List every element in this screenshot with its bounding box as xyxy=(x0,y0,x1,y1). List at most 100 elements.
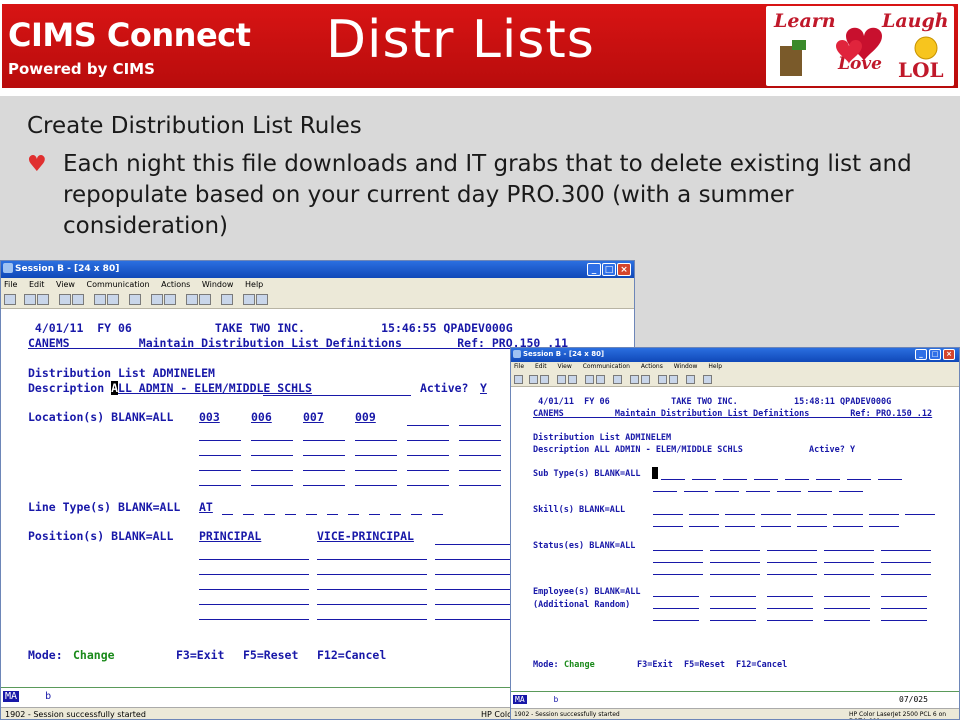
sub-type-field[interactable] xyxy=(754,479,778,480)
help-icon[interactable] xyxy=(686,375,695,384)
location-field[interactable] xyxy=(407,425,449,426)
position-field[interactable] xyxy=(435,544,513,545)
sub-type-field[interactable] xyxy=(777,491,801,492)
display-icon[interactable] xyxy=(585,375,594,384)
sub-type-field[interactable] xyxy=(785,479,809,480)
location-field[interactable] xyxy=(251,485,293,486)
location-field[interactable] xyxy=(407,455,449,456)
position-field[interactable] xyxy=(317,604,427,605)
line-type-field[interactable] xyxy=(411,514,422,515)
menu-actions[interactable]: Actions xyxy=(641,363,663,370)
position-field[interactable] xyxy=(199,589,309,590)
employee-field[interactable] xyxy=(881,596,927,597)
sub-type-field[interactable] xyxy=(816,479,840,480)
sub-type-field[interactable] xyxy=(692,479,716,480)
skill-field[interactable] xyxy=(833,514,863,515)
employee-field[interactable] xyxy=(710,596,756,597)
employee-field[interactable] xyxy=(824,596,870,597)
description-field[interactable]: LL ADMIN - ELEM/MIDDLE SCHLS xyxy=(118,381,312,395)
support-icon[interactable] xyxy=(243,294,255,305)
employee-field[interactable] xyxy=(824,608,870,609)
status-field[interactable] xyxy=(653,562,703,563)
map-icon[interactable] xyxy=(658,375,667,384)
sub-type-field[interactable] xyxy=(684,491,708,492)
location-field[interactable] xyxy=(459,470,501,471)
location-field[interactable] xyxy=(303,440,345,441)
keyboard-icon[interactable] xyxy=(596,375,605,384)
employee-field[interactable] xyxy=(767,608,813,609)
location-field[interactable] xyxy=(407,440,449,441)
position-field[interactable] xyxy=(435,604,513,605)
play-macro-icon[interactable] xyxy=(164,294,176,305)
minimize-button[interactable]: _ xyxy=(915,349,927,360)
location-field-2[interactable]: 006 xyxy=(251,410,272,424)
location-field[interactable] xyxy=(199,455,241,456)
skill-field[interactable] xyxy=(869,514,899,515)
customize-icon[interactable] xyxy=(669,375,678,384)
active-field[interactable]: Y xyxy=(480,381,487,395)
play-macro-icon[interactable] xyxy=(641,375,650,384)
copy-icon[interactable] xyxy=(24,294,36,305)
f12-cancel-key[interactable]: F12=Cancel xyxy=(736,660,787,670)
status-field[interactable] xyxy=(824,562,874,563)
print-screen-icon[interactable] xyxy=(514,375,523,384)
menu-edit[interactable]: Edit xyxy=(535,363,547,370)
location-field[interactable] xyxy=(251,455,293,456)
employee-field[interactable] xyxy=(767,620,813,621)
menu-view[interactable]: View xyxy=(558,363,572,370)
menu-window[interactable]: Window xyxy=(202,280,234,289)
skill-field[interactable] xyxy=(725,514,755,515)
line-type-field[interactable] xyxy=(327,514,338,515)
skill-field[interactable] xyxy=(761,526,791,527)
location-field[interactable] xyxy=(355,485,397,486)
menu-help[interactable]: Help xyxy=(708,363,722,370)
skill-field[interactable] xyxy=(653,526,683,527)
location-field[interactable] xyxy=(199,470,241,471)
employee-field[interactable] xyxy=(653,620,699,621)
customize-icon[interactable] xyxy=(199,294,211,305)
skill-field[interactable] xyxy=(725,526,755,527)
f3-exit-key[interactable]: F3=Exit xyxy=(637,660,673,670)
record-macro-icon[interactable] xyxy=(613,375,622,384)
location-field-3[interactable]: 007 xyxy=(303,410,324,424)
menu-file[interactable]: File xyxy=(4,280,17,289)
skill-field[interactable] xyxy=(869,526,899,527)
location-field[interactable] xyxy=(303,485,345,486)
copy-icon[interactable] xyxy=(529,375,538,384)
skill-field[interactable] xyxy=(761,514,791,515)
position-field[interactable] xyxy=(317,559,427,560)
status-field[interactable] xyxy=(881,574,931,575)
location-field-1[interactable]: 003 xyxy=(199,410,220,424)
status-field[interactable] xyxy=(824,550,874,551)
support-icon[interactable] xyxy=(703,375,712,384)
menu-view[interactable]: View xyxy=(56,280,75,289)
location-field[interactable] xyxy=(199,485,241,486)
position-field[interactable] xyxy=(199,619,309,620)
skill-field[interactable] xyxy=(833,526,863,527)
line-type-field[interactable] xyxy=(264,514,275,515)
employee-field[interactable] xyxy=(881,620,927,621)
status-field[interactable] xyxy=(710,550,760,551)
menu-communication[interactable]: Communication xyxy=(87,280,150,289)
status-field[interactable] xyxy=(881,550,931,551)
sub-type-field[interactable] xyxy=(847,479,871,480)
position-field[interactable] xyxy=(199,559,309,560)
skill-field[interactable] xyxy=(905,514,935,515)
menu-communication[interactable]: Communication xyxy=(583,363,630,370)
sub-type-field[interactable] xyxy=(723,479,747,480)
skill-field[interactable] xyxy=(797,526,827,527)
skill-field[interactable] xyxy=(653,514,683,515)
location-field[interactable] xyxy=(459,485,501,486)
about-icon[interactable] xyxy=(256,294,268,305)
line-type-field[interactable] xyxy=(348,514,359,515)
f3-exit-key[interactable]: F3=Exit xyxy=(176,648,224,662)
status-field[interactable] xyxy=(767,562,817,563)
status-field[interactable] xyxy=(824,574,874,575)
sub-type-field[interactable] xyxy=(661,479,685,480)
line-type-field[interactable] xyxy=(222,514,233,515)
line-type-field[interactable] xyxy=(369,514,380,515)
status-field[interactable] xyxy=(881,562,931,563)
sub-type-field[interactable] xyxy=(808,491,832,492)
close-button[interactable]: × xyxy=(617,263,631,276)
skill-field[interactable] xyxy=(689,526,719,527)
